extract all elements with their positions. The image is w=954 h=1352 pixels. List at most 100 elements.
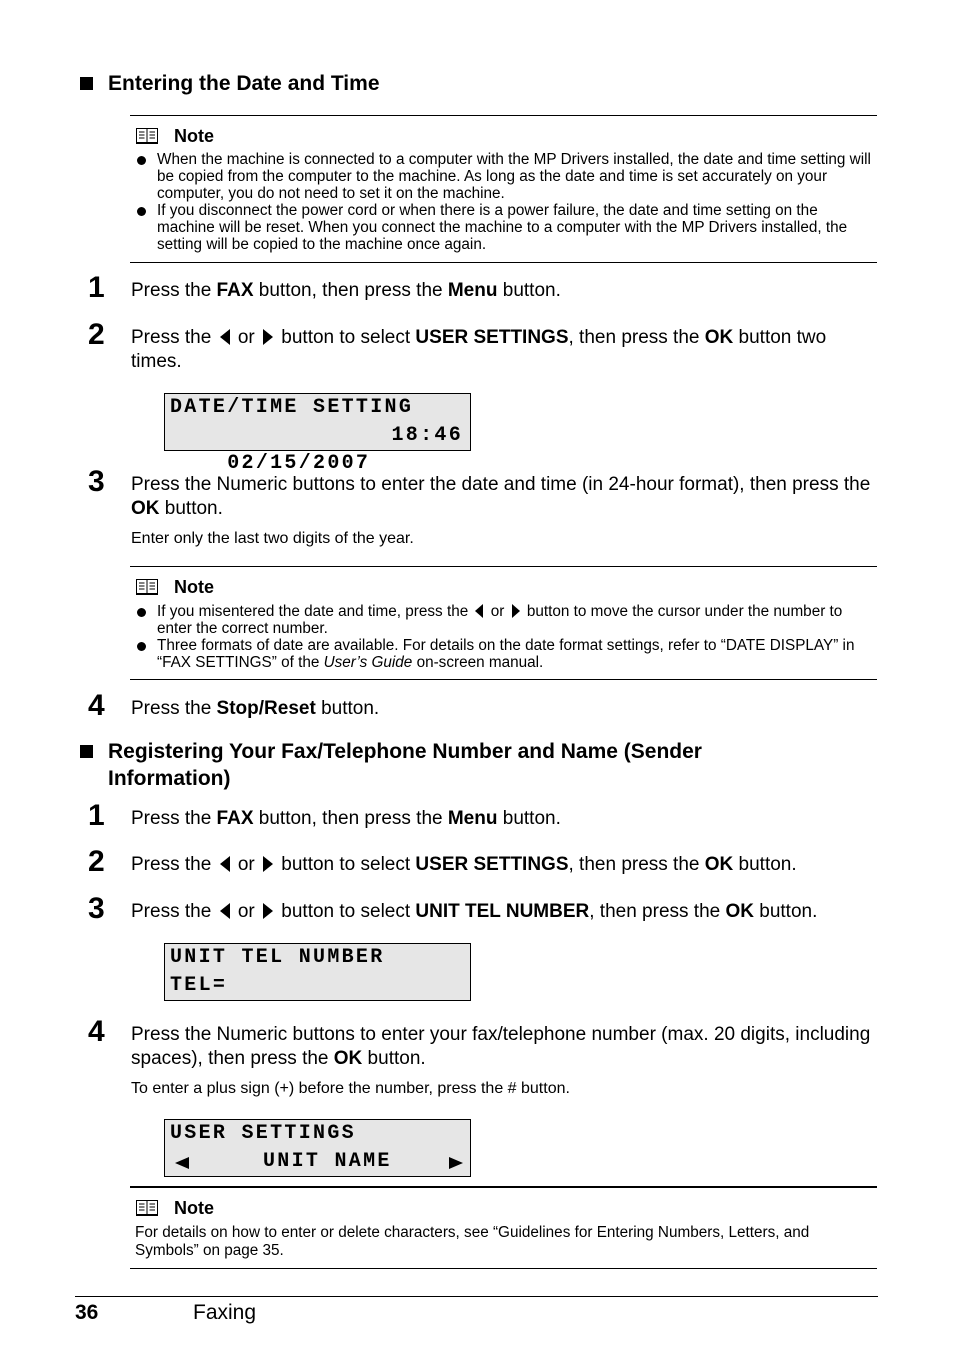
- text: or: [486, 603, 509, 620]
- right-arrow-icon: [263, 903, 273, 919]
- text: button to select: [276, 854, 416, 875]
- stop-reset-button-label: Stop/Reset: [216, 698, 316, 719]
- step-text: Press the Stop/Reset button.: [131, 697, 879, 721]
- lcd-line-1: UNIT TEL NUMBER: [170, 946, 385, 969]
- ok-button-label: OK: [704, 854, 734, 875]
- note-top-rule: [130, 566, 877, 567]
- note-header: Note: [136, 126, 214, 146]
- step-text: Press the or button to select USER SETTI…: [131, 853, 879, 877]
- step-text: Press the FAX button, then press the Men…: [131, 279, 879, 303]
- text: button, then press the: [253, 808, 448, 829]
- text: Press the: [131, 808, 217, 829]
- text: Press the: [131, 327, 217, 348]
- ok-button-label: OK: [131, 498, 160, 519]
- note-item: When the machine is connected to a compu…: [136, 151, 876, 202]
- book-icon: [136, 579, 158, 595]
- step-number: 2: [88, 318, 105, 351]
- book-icon: [136, 1200, 158, 1216]
- step-number: 4: [88, 689, 105, 722]
- lcd-line-1: USER SETTINGS: [170, 1122, 356, 1145]
- square-bullet-icon: [80, 77, 93, 90]
- text: , then press the: [568, 327, 705, 348]
- step-text: Press the Numeric buttons to enter your …: [131, 1023, 879, 1071]
- step-number: 4: [88, 1015, 105, 1048]
- note-list: If you misentered the date and time, pre…: [136, 603, 876, 671]
- text: button.: [733, 854, 797, 875]
- text: Press the Numeric buttons to enter the d…: [131, 474, 871, 495]
- lcd-line-2: UNIT NAME: [170, 1148, 467, 1176]
- note-item: Three formats of date are available. For…: [136, 637, 876, 671]
- text: button.: [497, 808, 561, 829]
- page-number: 36: [75, 1301, 99, 1324]
- step-text: Press the FAX button, then press the Men…: [131, 807, 879, 831]
- note-label: Note: [174, 577, 214, 597]
- text: button.: [497, 280, 561, 301]
- left-arrow-icon: [475, 604, 484, 618]
- lcd-right-arrow-icon: [449, 1157, 463, 1169]
- step-number: 1: [88, 271, 105, 304]
- note-bottom-rule: [130, 262, 877, 263]
- text: , then press the: [589, 901, 726, 922]
- lcd-left-arrow-icon: [175, 1157, 189, 1169]
- chapter-title: Faxing: [193, 1301, 257, 1324]
- text: Press the: [131, 280, 217, 301]
- step-text: Press the or button to select USER SETTI…: [131, 326, 879, 374]
- left-arrow-icon: [219, 903, 230, 919]
- ok-button-label: OK: [704, 327, 734, 348]
- fax-button-label: FAX: [216, 808, 254, 829]
- ok-button-label: OK: [333, 1048, 363, 1069]
- right-arrow-icon: [511, 604, 520, 618]
- text: Press the: [131, 901, 217, 922]
- note-label: Note: [174, 126, 214, 146]
- step-number: 3: [88, 465, 105, 498]
- menu-item-label: UNIT TEL NUMBER: [415, 901, 590, 922]
- square-bullet-icon: [80, 745, 93, 758]
- note-label: Note: [174, 1198, 214, 1218]
- lcd-center-text: UNIT NAME: [263, 1150, 392, 1173]
- right-arrow-icon: [263, 329, 273, 345]
- text: or: [232, 901, 260, 922]
- note-top-rule: [130, 1186, 877, 1188]
- footer-rule: [75, 1296, 878, 1297]
- menu-button-label: Menu: [447, 808, 498, 829]
- users-guide-reference: User’s Guide: [323, 654, 413, 671]
- right-arrow-icon: [263, 856, 273, 872]
- lcd-display: UNIT TEL NUMBER TEL=: [164, 943, 471, 1001]
- book-icon: [136, 128, 158, 144]
- text: or: [232, 854, 260, 875]
- step-text: Press the or button to select UNIT TEL N…: [131, 900, 879, 924]
- note-top-rule: [130, 115, 877, 116]
- text: button.: [362, 1048, 426, 1069]
- note-bottom-rule: [130, 1268, 877, 1269]
- text: button.: [159, 498, 223, 519]
- lcd-display: DATE/TIME SETTING 02/15/2007 18:46: [164, 393, 471, 475]
- note-bottom-rule: [130, 679, 877, 680]
- note-item: If you disconnect the power cord or when…: [136, 202, 876, 253]
- step-subtext: Enter only the last two digits of the ye…: [131, 530, 414, 547]
- step-number: 2: [88, 845, 105, 878]
- left-arrow-icon: [219, 329, 230, 345]
- note-list: When the machine is connected to a compu…: [136, 151, 876, 253]
- lcd-line-1: DATE/TIME SETTING: [170, 396, 414, 419]
- text: Press the: [131, 698, 217, 719]
- ok-button-label: OK: [725, 901, 754, 922]
- lcd-line-2: TEL=: [170, 974, 228, 997]
- text: or: [232, 327, 260, 348]
- lcd-date: 02/15/2007: [227, 452, 371, 475]
- menu-item-label: USER SETTINGS: [415, 327, 569, 348]
- step-text: Press the Numeric buttons to enter the d…: [131, 473, 879, 521]
- lcd-display: USER SETTINGS UNIT NAME: [164, 1119, 471, 1177]
- menu-item-label: USER SETTINGS: [415, 854, 569, 875]
- note-item: If you misentered the date and time, pre…: [136, 603, 876, 637]
- step-number: 3: [88, 892, 105, 925]
- text: button to select: [276, 901, 416, 922]
- lcd-line-2: 02/15/2007 18:46: [170, 422, 467, 475]
- lcd-time: 18:46: [391, 424, 463, 447]
- text: button.: [315, 698, 380, 719]
- menu-button-label: Menu: [447, 280, 498, 301]
- left-arrow-icon: [219, 856, 230, 872]
- text: Press the: [131, 854, 217, 875]
- text: button, then press the: [253, 280, 448, 301]
- note-text: For details on how to enter or delete ch…: [135, 1224, 810, 1259]
- text: Press the Numeric buttons to enter your …: [131, 1024, 871, 1069]
